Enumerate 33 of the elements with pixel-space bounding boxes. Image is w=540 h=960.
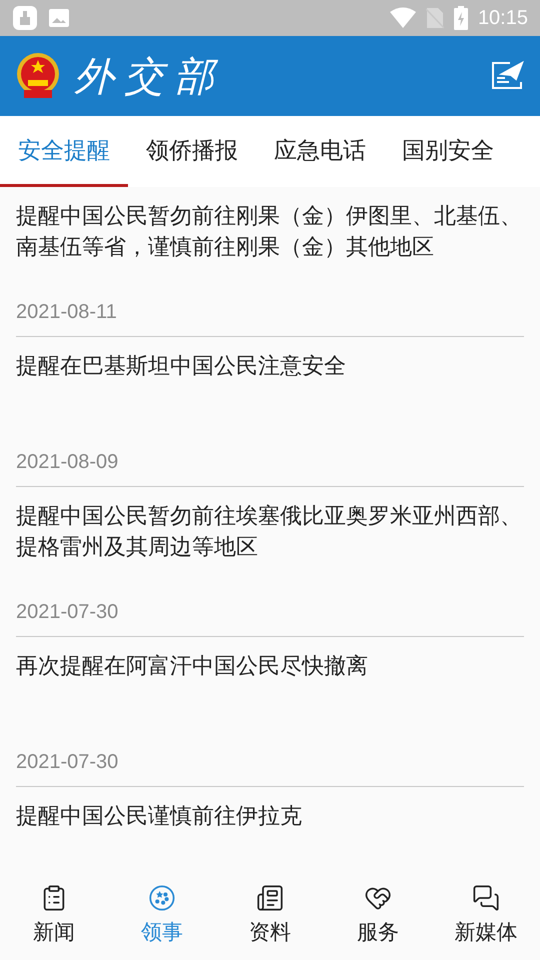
article-item[interactable]: 提醒中国公民暂勿前往埃塞俄比亚奥罗米亚州西部、提格雷州及其周边等地区 2021-07-30 xyxy=(16,487,524,637)
article-title: 再次提醒在阿富汗中国公民尽快撤离 xyxy=(16,653,369,681)
article-title: 提醒中国公民谨慎前往伊拉克 xyxy=(16,803,303,831)
clock-time: 10:15 xyxy=(478,6,528,30)
article-date: 2021-08-11 xyxy=(16,301,118,324)
tab[interactable]: 安全提醒 xyxy=(0,116,128,187)
battery-icon xyxy=(454,6,468,30)
wifi-icon xyxy=(390,7,416,29)
app-notification-icon xyxy=(12,5,38,31)
newspaper-icon xyxy=(256,884,284,912)
article-item[interactable]: 再次提醒在阿富汗中国公民尽快撤离 2021-07-30 xyxy=(16,637,524,787)
article-date: 2021-07-30 xyxy=(16,751,120,774)
article-title: 提醒在巴基斯坦中国公民注意安全 xyxy=(16,353,347,381)
article-item[interactable]: 提醒在巴基斯坦中国公民注意安全 2021-08-09 xyxy=(16,337,524,487)
tab[interactable]: 应急电话 xyxy=(256,116,384,187)
article-title: 提醒中国公民暂勿前往刚果（金）伊图里、北基伍、南基伍等省，谨慎前往刚果（金）其他地区 xyxy=(16,203,523,262)
article-date: 2021-08-09 xyxy=(16,451,120,474)
nav-tab[interactable]: 新闻 xyxy=(0,870,108,960)
nav-tab[interactable]: 资料 xyxy=(216,870,324,960)
emblem-icon xyxy=(16,52,60,100)
nav-tab[interactable]: 领事 xyxy=(108,870,216,960)
logo-text: 外交部 xyxy=(74,52,224,102)
nav-tab[interactable]: 新媒体 xyxy=(432,870,540,960)
nav-tab[interactable]: 服务 xyxy=(324,870,432,960)
article-date: 2021-07-30 xyxy=(16,601,120,624)
article-item[interactable]: 提醒中国公民暂勿前往刚果（金）伊图里、北基伍、南基伍等省，谨慎前往刚果（金）其他地区 2021-08-11 xyxy=(16,187,524,337)
chat-bubbles-icon xyxy=(472,884,500,912)
no-sim-icon xyxy=(426,7,444,29)
tab[interactable]: 领侨播报 xyxy=(128,116,256,187)
article-title: 提醒中国公民暂勿前往埃塞俄比亚奥罗米亚州西部、提格雷州及其周边等地区 xyxy=(16,503,523,562)
image-icon xyxy=(48,7,70,29)
stars-circle-icon xyxy=(148,884,176,912)
tab[interactable]: 国别安全 xyxy=(384,116,512,187)
